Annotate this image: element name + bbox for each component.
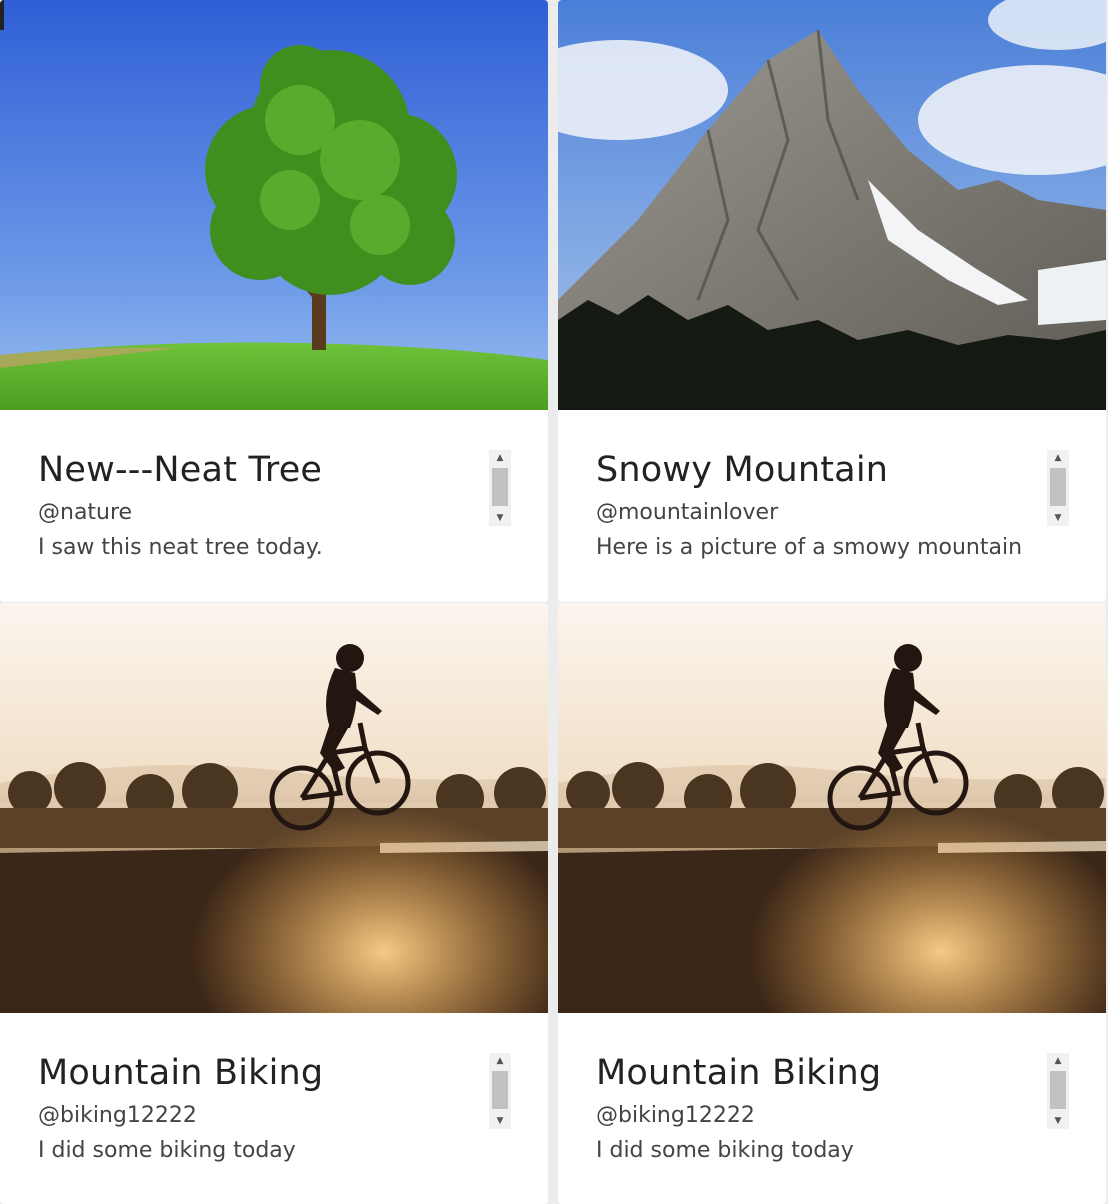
post-title: Mountain Biking bbox=[38, 1053, 324, 1093]
post-card[interactable]: Mountain Biking @biking12222 I did some … bbox=[0, 603, 548, 1204]
post-handle[interactable]: @mountainlover bbox=[596, 500, 778, 525]
biking-photo[interactable] bbox=[0, 603, 548, 1013]
mountain-photo[interactable] bbox=[558, 0, 1106, 410]
post-caption: Here is a picture of a smowy mountain bbox=[596, 535, 1023, 560]
scroll-thumb[interactable] bbox=[1050, 468, 1066, 506]
post-title: Snowy Mountain bbox=[596, 450, 889, 490]
scrollbar[interactable]: ▲ ▼ bbox=[489, 1053, 511, 1129]
post-handle[interactable]: @biking12222 bbox=[38, 1103, 197, 1128]
post-title: Mountain Biking bbox=[596, 1053, 882, 1093]
scroll-up-icon[interactable]: ▲ bbox=[489, 450, 511, 466]
scroll-down-icon[interactable]: ▼ bbox=[1047, 1113, 1069, 1129]
post-body: Mountain Biking @biking12222 I did some … bbox=[0, 1013, 548, 1204]
window-edge bbox=[0, 0, 4, 30]
tree-photo[interactable] bbox=[0, 0, 548, 410]
scroll-up-icon[interactable]: ▲ bbox=[1047, 1053, 1069, 1069]
biking-photo[interactable] bbox=[558, 603, 1106, 1013]
scroll-down-icon[interactable]: ▼ bbox=[489, 510, 511, 526]
post-card[interactable]: Snowy Mountain @mountainlover Here is a … bbox=[558, 0, 1106, 602]
scrollbar[interactable]: ▲ ▼ bbox=[1047, 1053, 1069, 1129]
post-caption: I did some biking today bbox=[596, 1138, 854, 1163]
scrollbar[interactable]: ▲ ▼ bbox=[489, 450, 511, 526]
scroll-down-icon[interactable]: ▼ bbox=[1047, 510, 1069, 526]
scrollbar[interactable]: ▲ ▼ bbox=[1047, 450, 1069, 526]
scroll-up-icon[interactable]: ▲ bbox=[489, 1053, 511, 1069]
post-grid: New---Neat Tree @nature I saw this neat … bbox=[0, 0, 1108, 1204]
post-body: Mountain Biking @biking12222 I did some … bbox=[558, 1013, 1106, 1204]
post-title: New---Neat Tree bbox=[38, 450, 323, 490]
scroll-thumb[interactable] bbox=[1050, 1071, 1066, 1109]
post-card[interactable]: Mountain Biking @biking12222 I did some … bbox=[558, 603, 1106, 1204]
scroll-up-icon[interactable]: ▲ bbox=[1047, 450, 1069, 466]
scroll-down-icon[interactable]: ▼ bbox=[489, 1113, 511, 1129]
post-caption: I did some biking today bbox=[38, 1138, 296, 1163]
scroll-thumb[interactable] bbox=[492, 1071, 508, 1109]
post-card[interactable]: New---Neat Tree @nature I saw this neat … bbox=[0, 0, 548, 602]
post-body: Snowy Mountain @mountainlover Here is a … bbox=[558, 410, 1106, 602]
post-body: New---Neat Tree @nature I saw this neat … bbox=[0, 410, 548, 602]
post-handle[interactable]: @nature bbox=[38, 500, 132, 525]
scroll-thumb[interactable] bbox=[492, 468, 508, 506]
post-handle[interactable]: @biking12222 bbox=[596, 1103, 755, 1128]
post-caption: I saw this neat tree today. bbox=[38, 535, 323, 560]
